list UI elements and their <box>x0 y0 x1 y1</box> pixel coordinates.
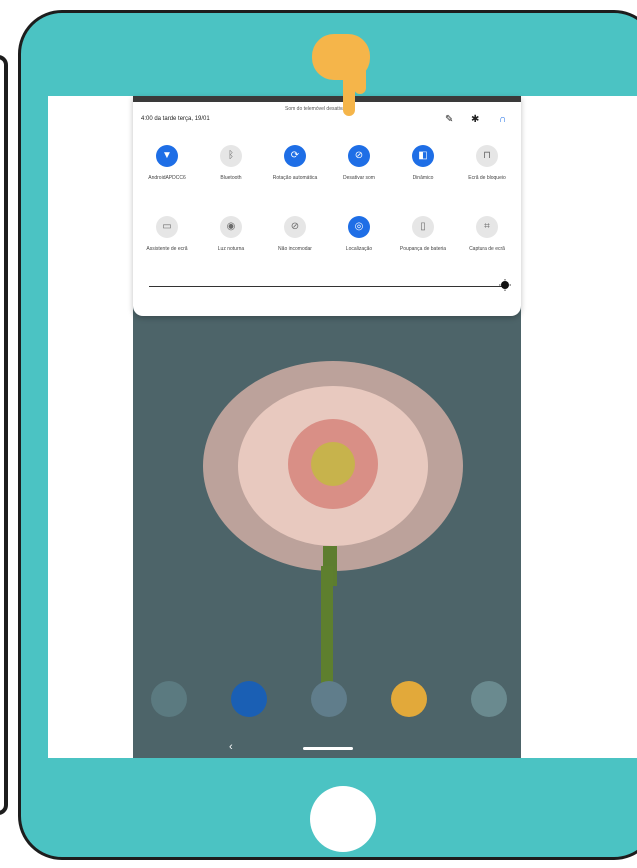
settings-app-icon[interactable] <box>311 681 347 717</box>
quick-tile[interactable]: ⟳ Rotação automática <box>262 145 328 181</box>
screen-assistant-icon: ▭ <box>156 216 178 238</box>
datetime-label: 4:00 da tarde terça, 19/01 <box>141 116 210 122</box>
quick-settings-panel: Som do telemóvel desativado 4:00 da tard… <box>133 96 521 316</box>
bell-off-icon: ⊘ <box>348 145 370 167</box>
chrome-icon[interactable] <box>391 681 427 717</box>
lock-icon: ⊓ <box>476 145 498 167</box>
quick-tile-label: AndroidAPDCC6 <box>148 175 186 181</box>
adjacent-tablet-edge <box>0 55 8 815</box>
quick-tile-label: Poupança de bateria <box>399 246 447 252</box>
quick-tile-label: Não incomodar <box>278 246 312 252</box>
app-dock <box>133 671 521 731</box>
quick-tile[interactable]: ⊘ Desativar som <box>326 145 392 181</box>
quick-tile[interactable]: ▭ Assistente de ecrã <box>134 216 200 252</box>
quick-tile[interactable]: ◧ Dinâmico <box>390 145 456 181</box>
quick-tile[interactable]: ᛒ Bluetooth <box>198 145 264 181</box>
quick-tile-label: Captura de ecrã <box>469 246 505 252</box>
pointing-hand-icon <box>312 34 370 116</box>
display-mode-icon: ◧ <box>412 145 434 167</box>
quick-tile-label: Ecrã de bloqueio <box>468 175 506 181</box>
home-gesture-bar[interactable] <box>303 747 353 750</box>
google-apps-folder-icon[interactable] <box>151 681 187 717</box>
back-icon[interactable]: ‹ <box>229 741 233 753</box>
quick-tile-label: Assistente de ecrã <box>146 246 188 252</box>
wallpaper-flower <box>203 361 463 586</box>
settings-icon[interactable]: ✱ <box>471 115 479 125</box>
bluetooth-icon: ᛒ <box>220 145 242 167</box>
rotate-icon: ⟳ <box>284 145 306 167</box>
quick-tile-label: Desativar som <box>343 175 375 181</box>
quick-tile[interactable]: ▼ AndroidAPDCC6 <box>134 145 200 181</box>
wallpaper-stem <box>321 566 333 686</box>
quick-tile[interactable]: ⊘ Não incomodar <box>262 216 328 252</box>
location-icon: ◎ <box>348 216 370 238</box>
quick-tile[interactable]: ⌗ Captura de ecrã <box>454 216 520 252</box>
brightness-slider[interactable] <box>149 286 503 287</box>
play-store-icon[interactable] <box>471 681 507 717</box>
battery-icon: ▯ <box>412 216 434 238</box>
quick-tile[interactable]: ⊓ Ecrã de bloqueio <box>454 145 520 181</box>
quick-tile-label: Localização <box>345 246 373 252</box>
account-icon[interactable]: ∩ <box>499 115 506 125</box>
quick-tile-label: Bluetooth <box>220 175 242 181</box>
edit-icon[interactable]: ✎ <box>445 115 453 125</box>
quick-tile[interactable]: ◎ Localização <box>326 216 392 252</box>
navigation-bar: ‹ <box>133 731 521 758</box>
eye-icon: ◉ <box>220 216 242 238</box>
outlook-icon[interactable] <box>231 681 267 717</box>
do-not-disturb-icon: ⊘ <box>284 216 306 238</box>
quick-tile[interactable]: ▯ Poupança de bateria <box>390 216 456 252</box>
brightness-thumb-icon[interactable] <box>499 279 511 291</box>
home-button[interactable] <box>310 786 376 852</box>
quick-tile-label: Dinâmico <box>412 175 434 181</box>
crop-icon: ⌗ <box>476 216 498 238</box>
quick-tile[interactable]: ◉ Luz noturna <box>198 216 264 252</box>
wifi-icon: ▼ <box>156 145 178 167</box>
quick-tile-label: Rotação automática <box>272 175 318 181</box>
quick-tile-label: Luz noturna <box>217 246 245 252</box>
